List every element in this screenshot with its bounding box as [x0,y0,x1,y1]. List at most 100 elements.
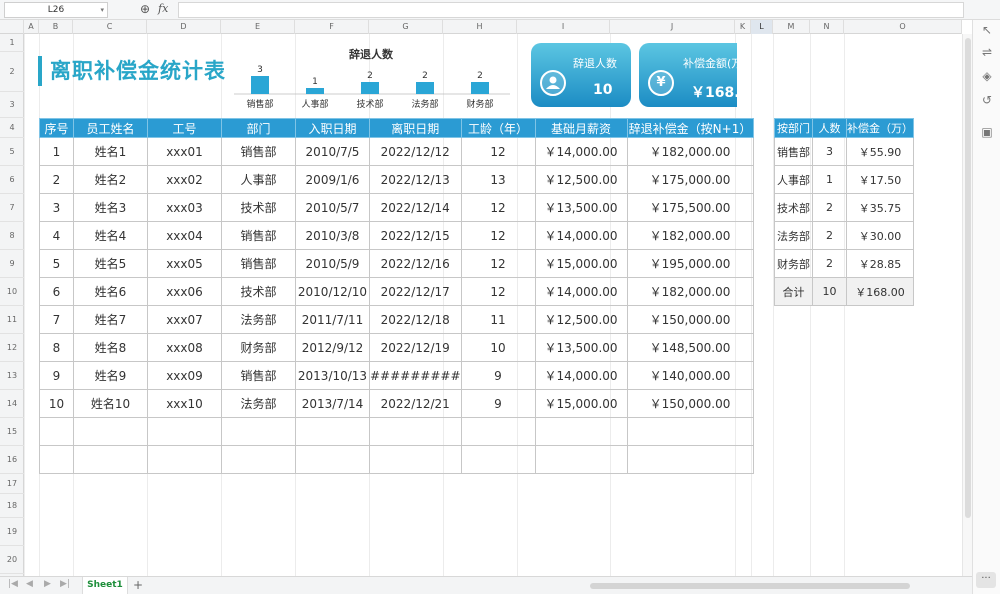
table-cell[interactable]: 2013/7/14 [295,389,370,418]
row-header-16[interactable]: 16 [0,446,24,474]
table-cell[interactable]: 1 [39,137,74,166]
row-header-20[interactable]: 20 [0,546,24,574]
column-header-h[interactable]: H [443,20,517,34]
history-icon[interactable]: ↺ [979,92,995,108]
row-header-6[interactable]: 6 [0,166,24,194]
table-cell[interactable]: 技术部 [221,193,296,222]
table-cell[interactable]: ￥12,500.00 [534,305,628,334]
row-header-8[interactable]: 8 [0,222,24,250]
table-cell[interactable]: 2010/5/7 [295,193,370,222]
column-header-m[interactable]: M [773,20,810,34]
table-cell[interactable]: 9 [39,361,74,390]
filter-icon[interactable]: ⇌ [979,44,995,60]
table-cell[interactable]: 9 [460,389,536,418]
row-header-10[interactable]: 10 [0,278,24,306]
table-cell[interactable]: 2022/12/13 [369,165,462,194]
table-cell[interactable]: 8 [39,333,74,362]
table-cell[interactable]: ￥55.90 [846,137,914,166]
add-sheet-button[interactable]: + [133,578,143,592]
table-cell[interactable]: 4 [39,221,74,250]
table-cell[interactable]: 5 [39,249,74,278]
table-cell[interactable]: 2012/9/12 [295,333,370,362]
row-header-11[interactable]: 11 [0,306,24,334]
table-cell[interactable]: xxx06 [147,277,222,306]
table-cell[interactable]: 2022/12/16 [369,249,462,278]
table-cell[interactable]: ￥182,000.00 [626,137,754,166]
table-cell[interactable]: 姓名9 [73,361,148,390]
table-cell[interactable]: ######### [369,361,462,390]
table-cell[interactable]: 12 [460,277,536,306]
table-cell[interactable] [626,417,754,446]
table-cell[interactable]: 姓名7 [73,305,148,334]
table-cell[interactable]: 姓名2 [73,165,148,194]
table-cell[interactable]: 法务部 [221,389,296,418]
table-cell[interactable]: 10 [39,389,74,418]
table-cell[interactable]: 2022/12/18 [369,305,462,334]
table-cell[interactable]: ￥150,000.00 [626,305,754,334]
column-header-a[interactable]: A [24,20,39,34]
column-header-o[interactable]: O [844,20,962,34]
row-header-5[interactable]: 5 [0,138,24,166]
prev-sheet-icon[interactable]: ◀ [26,579,33,589]
table-cell[interactable]: 2009/1/6 [295,165,370,194]
table-cell[interactable]: 6 [39,277,74,306]
table-cell[interactable]: 1 [812,165,847,194]
row-header-7[interactable]: 7 [0,194,24,222]
table-cell[interactable]: ￥14,000.00 [534,361,628,390]
table-cell[interactable]: 7 [39,305,74,334]
table-cell[interactable]: ￥35.75 [846,193,914,222]
table-cell[interactable]: xxx01 [147,137,222,166]
table-cell[interactable]: ￥150,000.00 [626,389,754,418]
table-cell[interactable]: ￥28.85 [846,249,914,278]
cursor-icon[interactable]: ↖ [979,22,995,38]
last-sheet-icon[interactable]: ▶| [60,579,70,589]
select-all-corner[interactable] [0,20,24,34]
column-header-f[interactable]: F [295,20,369,34]
table-cell[interactable]: 12 [460,221,536,250]
styles-icon[interactable]: ◈ [979,68,995,84]
table-cell[interactable]: 2022/12/19 [369,333,462,362]
table-cell[interactable]: ￥140,000.00 [626,361,754,390]
table-cell[interactable] [73,417,148,446]
scroll-thumb[interactable] [590,583,910,589]
total-cell[interactable]: ￥168.00 [846,277,914,306]
row-header-15[interactable]: 15 [0,418,24,446]
table-cell[interactable] [147,445,222,474]
table-cell[interactable]: 法务部 [774,221,813,250]
table-cell[interactable]: 2 [812,249,847,278]
formula-input[interactable] [178,2,964,18]
scroll-thumb[interactable] [965,38,971,518]
more-options-button[interactable]: ··· [976,572,996,588]
table-cell[interactable] [460,417,536,446]
table-cell[interactable]: xxx02 [147,165,222,194]
table-cell[interactable] [221,445,296,474]
column-header-i[interactable]: I [517,20,610,34]
table-cell[interactable]: 2 [812,193,847,222]
table-cell[interactable]: 2010/3/8 [295,221,370,250]
table-cell[interactable]: 法务部 [221,305,296,334]
table-cell[interactable] [534,417,628,446]
row-header-12[interactable]: 12 [0,334,24,362]
row-header-13[interactable]: 13 [0,362,24,390]
table-cell[interactable] [534,445,628,474]
table-cell[interactable]: 2013/10/13 [295,361,370,390]
table-cell[interactable]: ￥175,000.00 [626,165,754,194]
row-header-4[interactable]: 4 [0,118,24,138]
table-cell[interactable]: xxx10 [147,389,222,418]
table-cell[interactable]: ￥15,000.00 [534,389,628,418]
row-header-17[interactable]: 17 [0,474,24,494]
table-cell[interactable]: ￥14,000.00 [534,137,628,166]
table-cell[interactable]: 姓名10 [73,389,148,418]
table-cell[interactable]: ￥14,000.00 [534,221,628,250]
row-header-2[interactable]: 2 [0,52,24,92]
table-cell[interactable] [295,417,370,446]
table-cell[interactable]: 姓名5 [73,249,148,278]
table-cell[interactable]: ￥17.50 [846,165,914,194]
total-cell[interactable]: 合计 [774,277,813,306]
table-cell[interactable] [626,445,754,474]
table-cell[interactable]: 2010/7/5 [295,137,370,166]
table-cell[interactable]: ￥175,500.00 [626,193,754,222]
column-header-j[interactable]: J [610,20,735,34]
sheet-tab[interactable]: Sheet1 [82,577,128,594]
table-cell[interactable]: 2022/12/12 [369,137,462,166]
